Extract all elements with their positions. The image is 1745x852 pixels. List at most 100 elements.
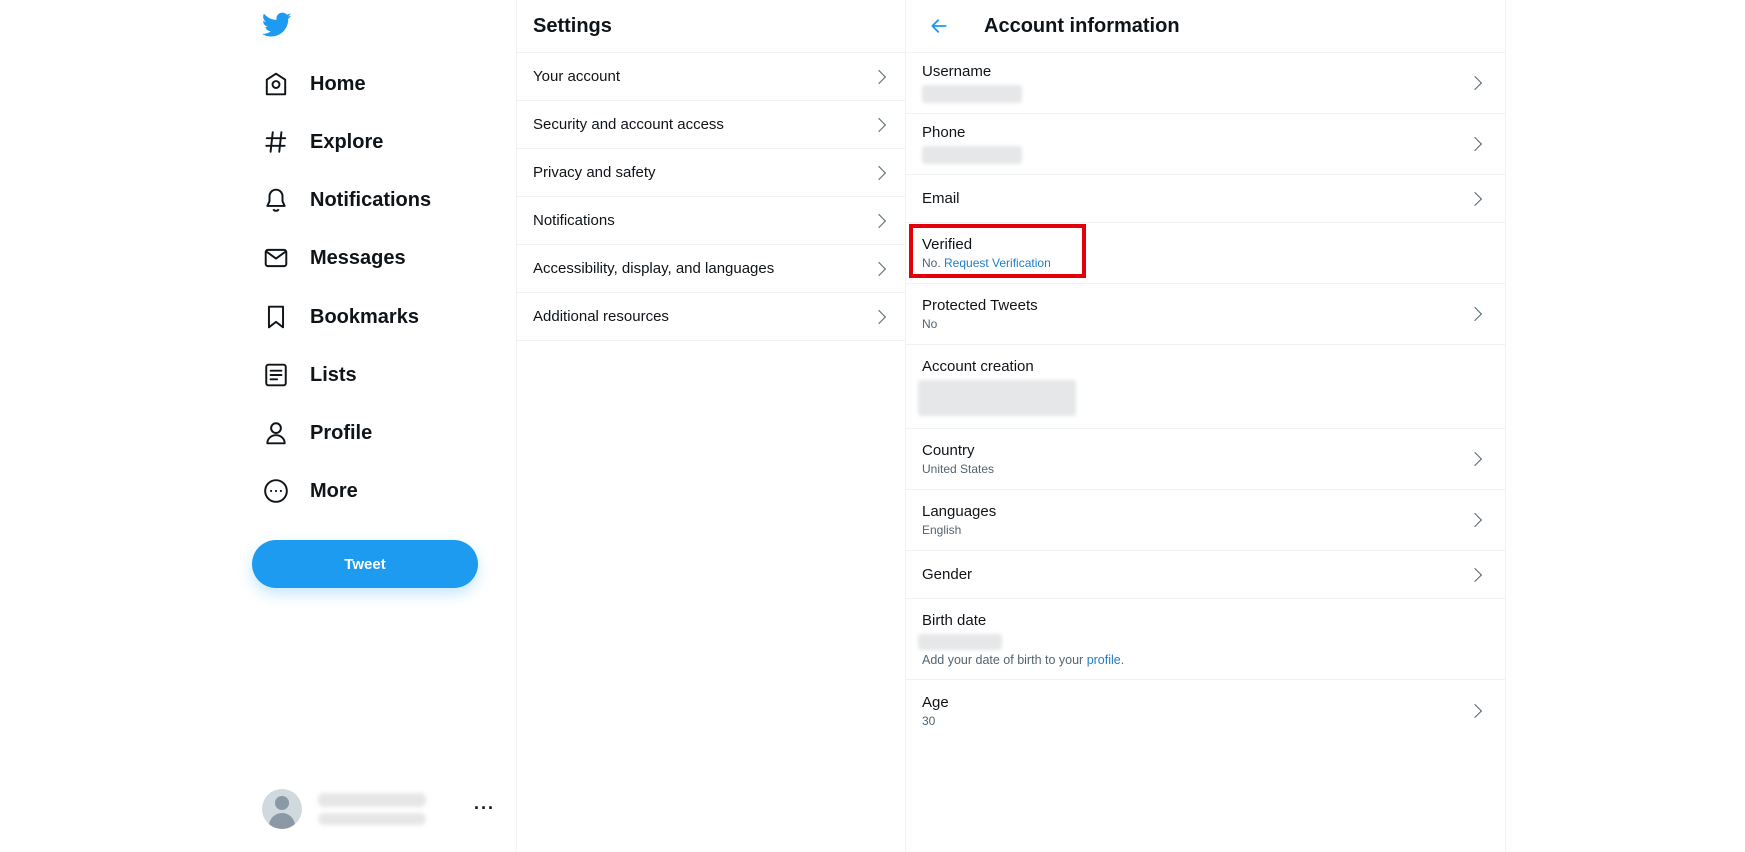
nav-explore-label: Explore — [310, 130, 384, 153]
settings-title: Settings — [533, 14, 612, 37]
hashtag-icon — [262, 128, 290, 156]
settings-item-label: Your account — [533, 68, 621, 85]
account-name-redacted — [318, 793, 426, 825]
settings-item-security[interactable]: Security and account access — [517, 101, 905, 149]
profile-link[interactable]: profile — [1087, 653, 1121, 667]
chevron-right-icon — [1467, 75, 1483, 91]
gender-label: Gender — [922, 566, 973, 583]
chevron-right-icon — [1467, 703, 1483, 718]
row-protected-tweets[interactable]: Protected Tweets No — [906, 284, 1505, 345]
settings-column: Settings Your account Security and accou… — [516, 0, 906, 852]
row-username[interactable]: Username — [906, 53, 1505, 114]
chevron-right-icon — [871, 165, 887, 180]
chevron-right-icon — [871, 261, 887, 276]
age-value: 30 — [922, 713, 936, 728]
settings-item-label: Privacy and safety — [533, 164, 656, 181]
chevron-right-icon — [1467, 451, 1483, 467]
row-email[interactable]: Email — [906, 175, 1505, 223]
nav-home-label: Home — [310, 72, 366, 95]
chevron-right-icon — [1467, 567, 1483, 582]
birth-date-note-text: Add your date of birth to your — [922, 652, 1087, 667]
nav-notifications-label: Notifications — [310, 188, 432, 211]
account-creation-value-redacted — [918, 379, 1076, 416]
nav-bookmarks-label: Bookmarks — [310, 305, 419, 328]
birth-date-note-end: . — [1120, 652, 1125, 667]
list-icon — [262, 361, 290, 389]
nav-home[interactable]: Home — [262, 64, 366, 104]
birth-date-label: Birth date — [922, 611, 987, 629]
row-birth-date: Birth date Add your date of birth to you… — [906, 599, 1505, 680]
settings-item-label: Additional resources — [533, 308, 669, 325]
nav-messages[interactable]: Messages — [262, 238, 406, 278]
verified-label: Verified — [922, 236, 973, 253]
settings-item-privacy[interactable]: Privacy and safety — [517, 149, 905, 197]
verified-status: No. Request Verification — [922, 256, 1051, 270]
row-account-creation: Account creation — [906, 345, 1505, 429]
birth-date-note: Add your date of birth to your profile. — [922, 653, 1124, 667]
tweet-button[interactable]: Tweet — [252, 540, 478, 588]
chevron-right-icon — [871, 309, 887, 324]
languages-value: English — [922, 523, 962, 537]
nav-notifications[interactable]: Notifications — [262, 180, 431, 220]
age-label: Age — [922, 693, 949, 711]
country-value: United States — [922, 462, 995, 476]
row-gender[interactable]: Gender — [906, 551, 1505, 599]
verified-value: No. — [922, 256, 945, 270]
nav-profile[interactable]: Profile — [262, 413, 372, 453]
nav-profile-label: Profile — [310, 421, 373, 444]
settings-item-label: Security and account access — [533, 116, 724, 133]
chevron-right-icon — [871, 117, 887, 132]
row-country[interactable]: Country United States — [906, 429, 1505, 490]
request-verification-link[interactable]: Request Verification — [944, 256, 1051, 270]
primary-nav: Home Explore Notifications Messages Book… — [240, 0, 517, 852]
chevron-right-icon — [871, 213, 887, 228]
settings-item-additional-resources[interactable]: Additional resources — [517, 293, 905, 341]
avatar — [262, 789, 302, 829]
account-information-column: Account information Username Phone Email… — [906, 0, 1506, 852]
username-value-redacted — [922, 85, 1022, 103]
back-arrow-icon[interactable] — [922, 9, 956, 43]
envelope-icon — [262, 244, 290, 272]
account-creation-label: Account creation — [922, 357, 1034, 375]
person-icon — [262, 419, 290, 447]
nav-lists-label: Lists — [310, 363, 357, 386]
row-phone[interactable]: Phone — [906, 114, 1505, 175]
phone-value-redacted — [922, 146, 1022, 164]
row-verified: Verified No. Request Verification — [906, 223, 1505, 284]
settings-header: Settings — [517, 0, 905, 53]
protected-tweets-label: Protected Tweets — [922, 297, 1038, 314]
twitter-bird-icon[interactable] — [261, 12, 294, 40]
account-more-icon: ··· — [474, 798, 495, 818]
nav-messages-label: Messages — [310, 246, 406, 269]
chevron-right-icon — [1467, 136, 1483, 152]
nav-more[interactable]: More — [262, 471, 358, 511]
nav-lists[interactable]: Lists — [262, 355, 357, 395]
birth-date-value-redacted — [918, 633, 1002, 650]
username-label: Username — [922, 63, 992, 80]
languages-label: Languages — [922, 503, 997, 520]
phone-label: Phone — [922, 124, 966, 141]
bookmark-icon — [262, 303, 290, 331]
settings-item-notifications[interactable]: Notifications — [517, 197, 905, 245]
bell-icon — [262, 186, 290, 214]
nav-explore[interactable]: Explore — [262, 122, 383, 162]
account-information-header: Account information — [906, 0, 1505, 53]
row-age[interactable]: Age 30 — [906, 680, 1505, 741]
settings-item-label: Accessibility, display, and languages — [533, 260, 775, 277]
account-switcher[interactable]: ··· — [262, 788, 495, 830]
home-icon — [262, 70, 290, 98]
nav-bookmarks[interactable]: Bookmarks — [262, 297, 419, 337]
more-circle-icon — [262, 477, 290, 505]
chevron-right-icon — [1467, 191, 1483, 206]
protected-tweets-value: No — [922, 317, 938, 331]
chevron-right-icon — [1467, 512, 1483, 528]
settings-item-label: Notifications — [533, 212, 615, 229]
chevron-right-icon — [871, 69, 887, 84]
country-label: Country — [922, 442, 975, 459]
settings-item-your-account[interactable]: Your account — [517, 53, 905, 101]
email-label: Email — [922, 190, 960, 207]
row-languages[interactable]: Languages English — [906, 490, 1505, 551]
nav-more-label: More — [310, 479, 358, 502]
page-title: Account information — [984, 14, 1180, 37]
settings-item-accessibility[interactable]: Accessibility, display, and languages — [517, 245, 905, 293]
